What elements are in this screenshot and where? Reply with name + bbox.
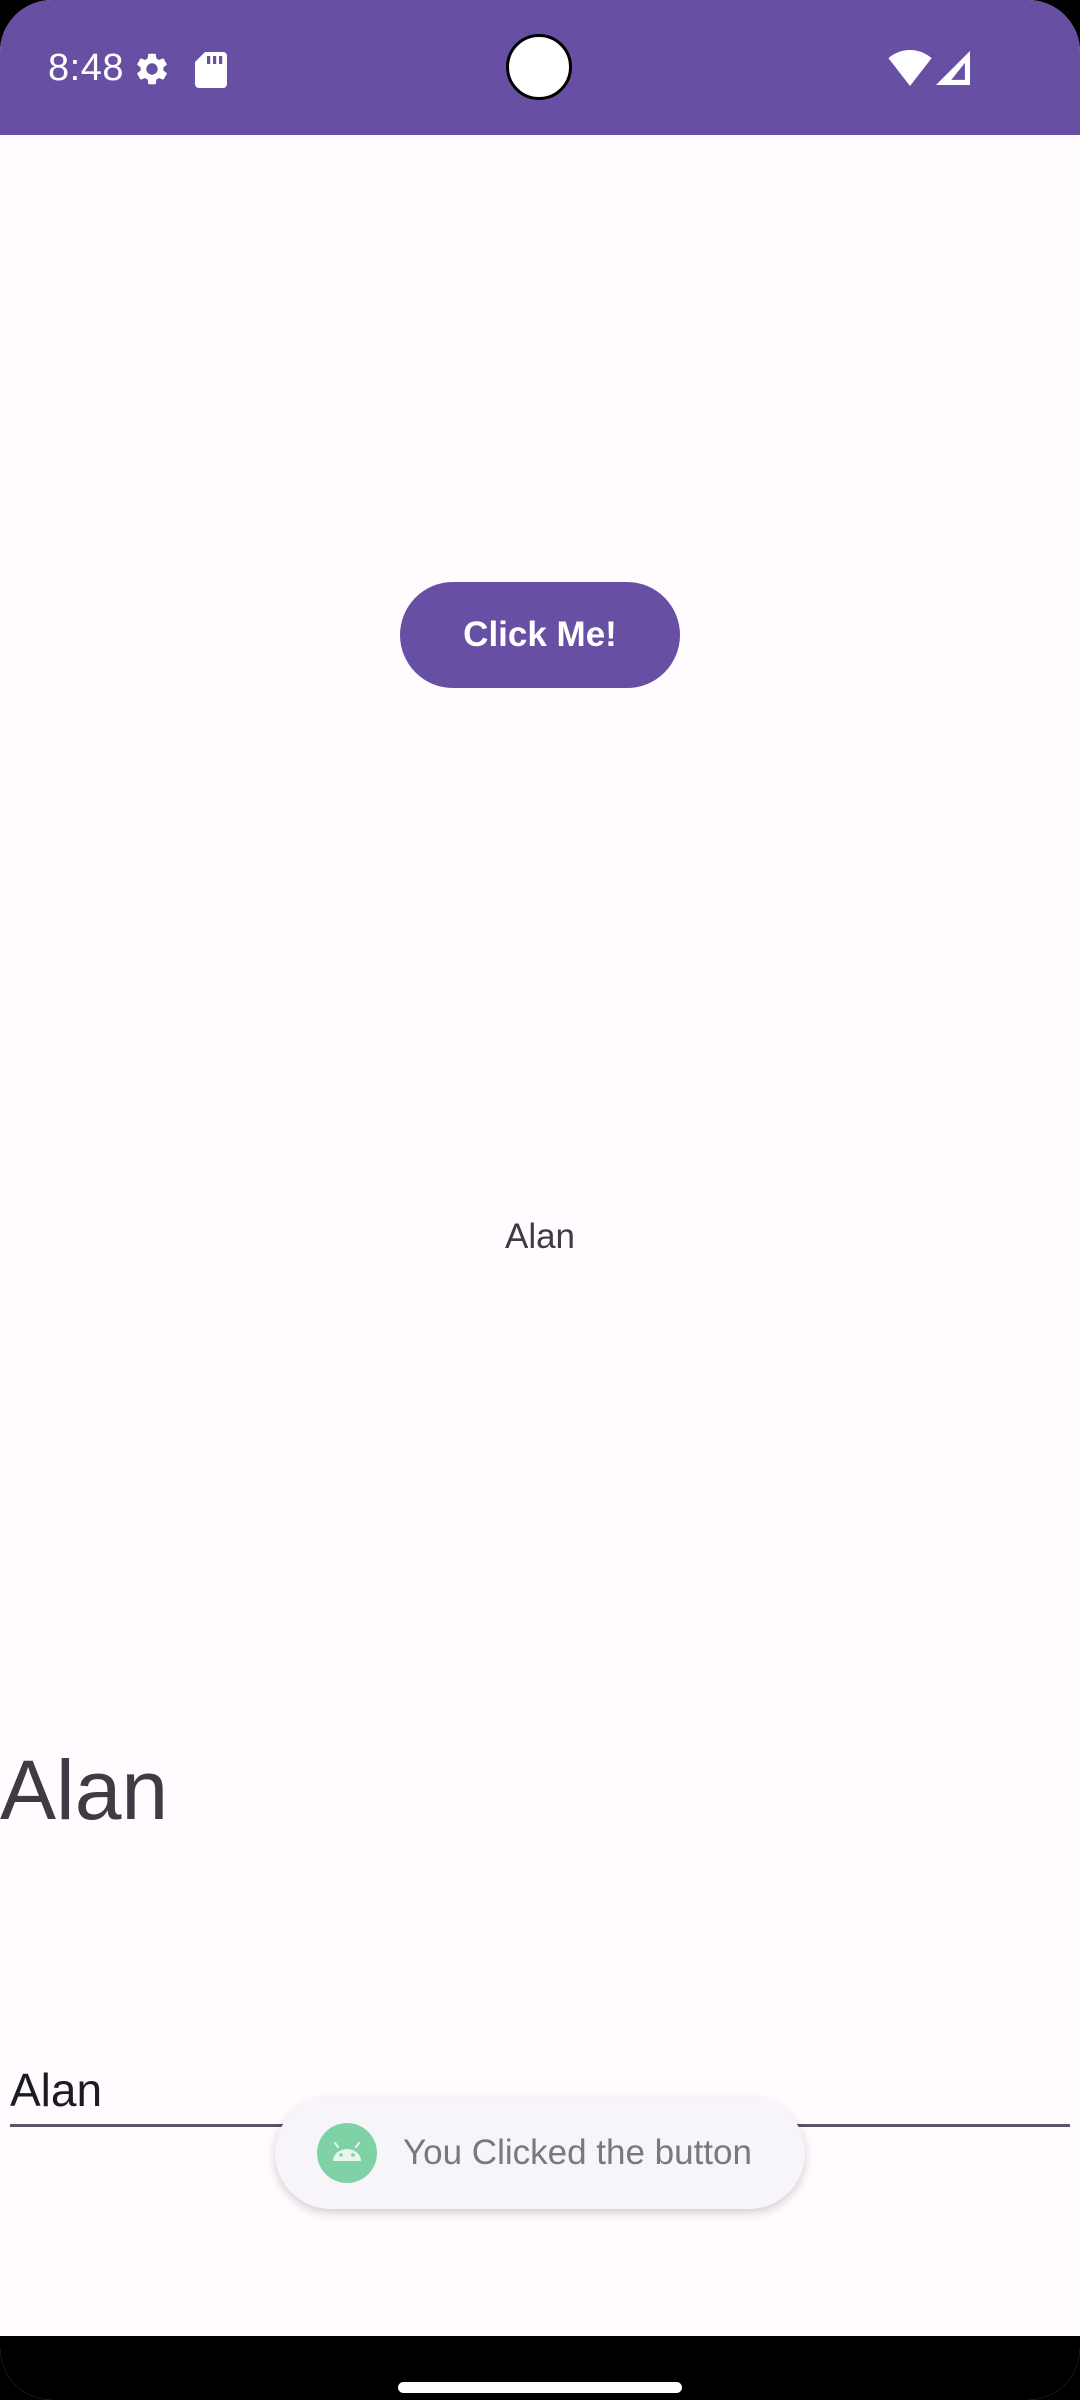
center-text-label: Alan (504, 1217, 576, 1256)
toast-notification: You Clicked the button (275, 2097, 805, 2209)
app-screen: 8:48 Click Me! Alan Alan Alan You Clicke… (0, 0, 1080, 2400)
status-time: 8:48 (48, 47, 124, 89)
click-me-button[interactable]: Click Me! (400, 582, 680, 688)
gear-icon (137, 53, 167, 85)
large-text-label: Alan (0, 1743, 169, 1837)
status-bar: 8:48 (0, 0, 1080, 135)
wifi-icon (888, 50, 932, 86)
toast-message: You Clicked the button (403, 2133, 752, 2172)
camera-cutout (506, 34, 572, 100)
signal-icon (936, 51, 970, 85)
sd-card-icon (195, 52, 227, 88)
android-icon (317, 2123, 377, 2183)
home-indicator[interactable] (398, 2382, 682, 2393)
